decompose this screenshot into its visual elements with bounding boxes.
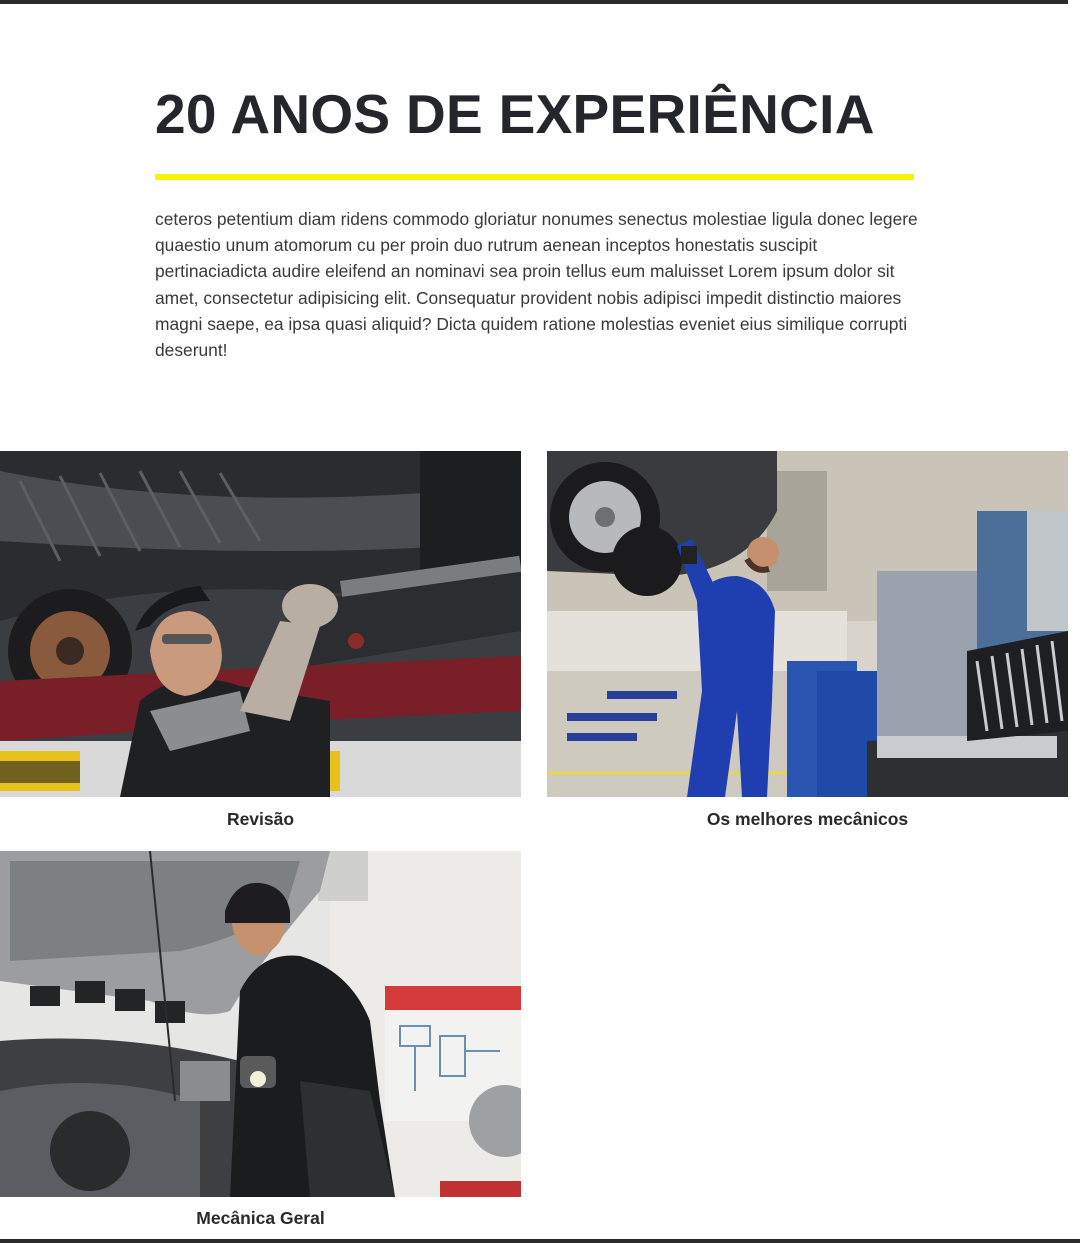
intro-paragraph: ceteros petentium diam ridens commodo gl… — [155, 209, 918, 361]
bottom-frame-bar — [0, 1239, 1080, 1243]
service-caption: Revisão — [226, 809, 295, 829]
service-caption: Os melhores mecânicos — [706, 809, 909, 829]
service-caption: Mecânica Geral — [196, 1208, 325, 1228]
service-card-mecanica-geral[interactable]: Mecânica Geral — [0, 851, 521, 1236]
top-frame-bar — [0, 0, 1080, 4]
right-margin — [1068, 0, 1080, 1243]
page-title: 20 ANOS DE EXPERIÊNCIA — [155, 83, 875, 145]
mechanic-workshop-photo — [547, 451, 1068, 797]
intro-section: 20 ANOS DE EXPERIÊNCIA — [155, 80, 915, 148]
accent-divider — [155, 174, 914, 180]
service-card-revisao[interactable]: Revisão — [0, 451, 521, 841]
mechanic-engine-photo — [0, 851, 521, 1197]
service-card-mecanicos[interactable]: Os melhores mecânicos — [547, 451, 1068, 841]
mechanic-under-car-photo — [0, 451, 521, 797]
